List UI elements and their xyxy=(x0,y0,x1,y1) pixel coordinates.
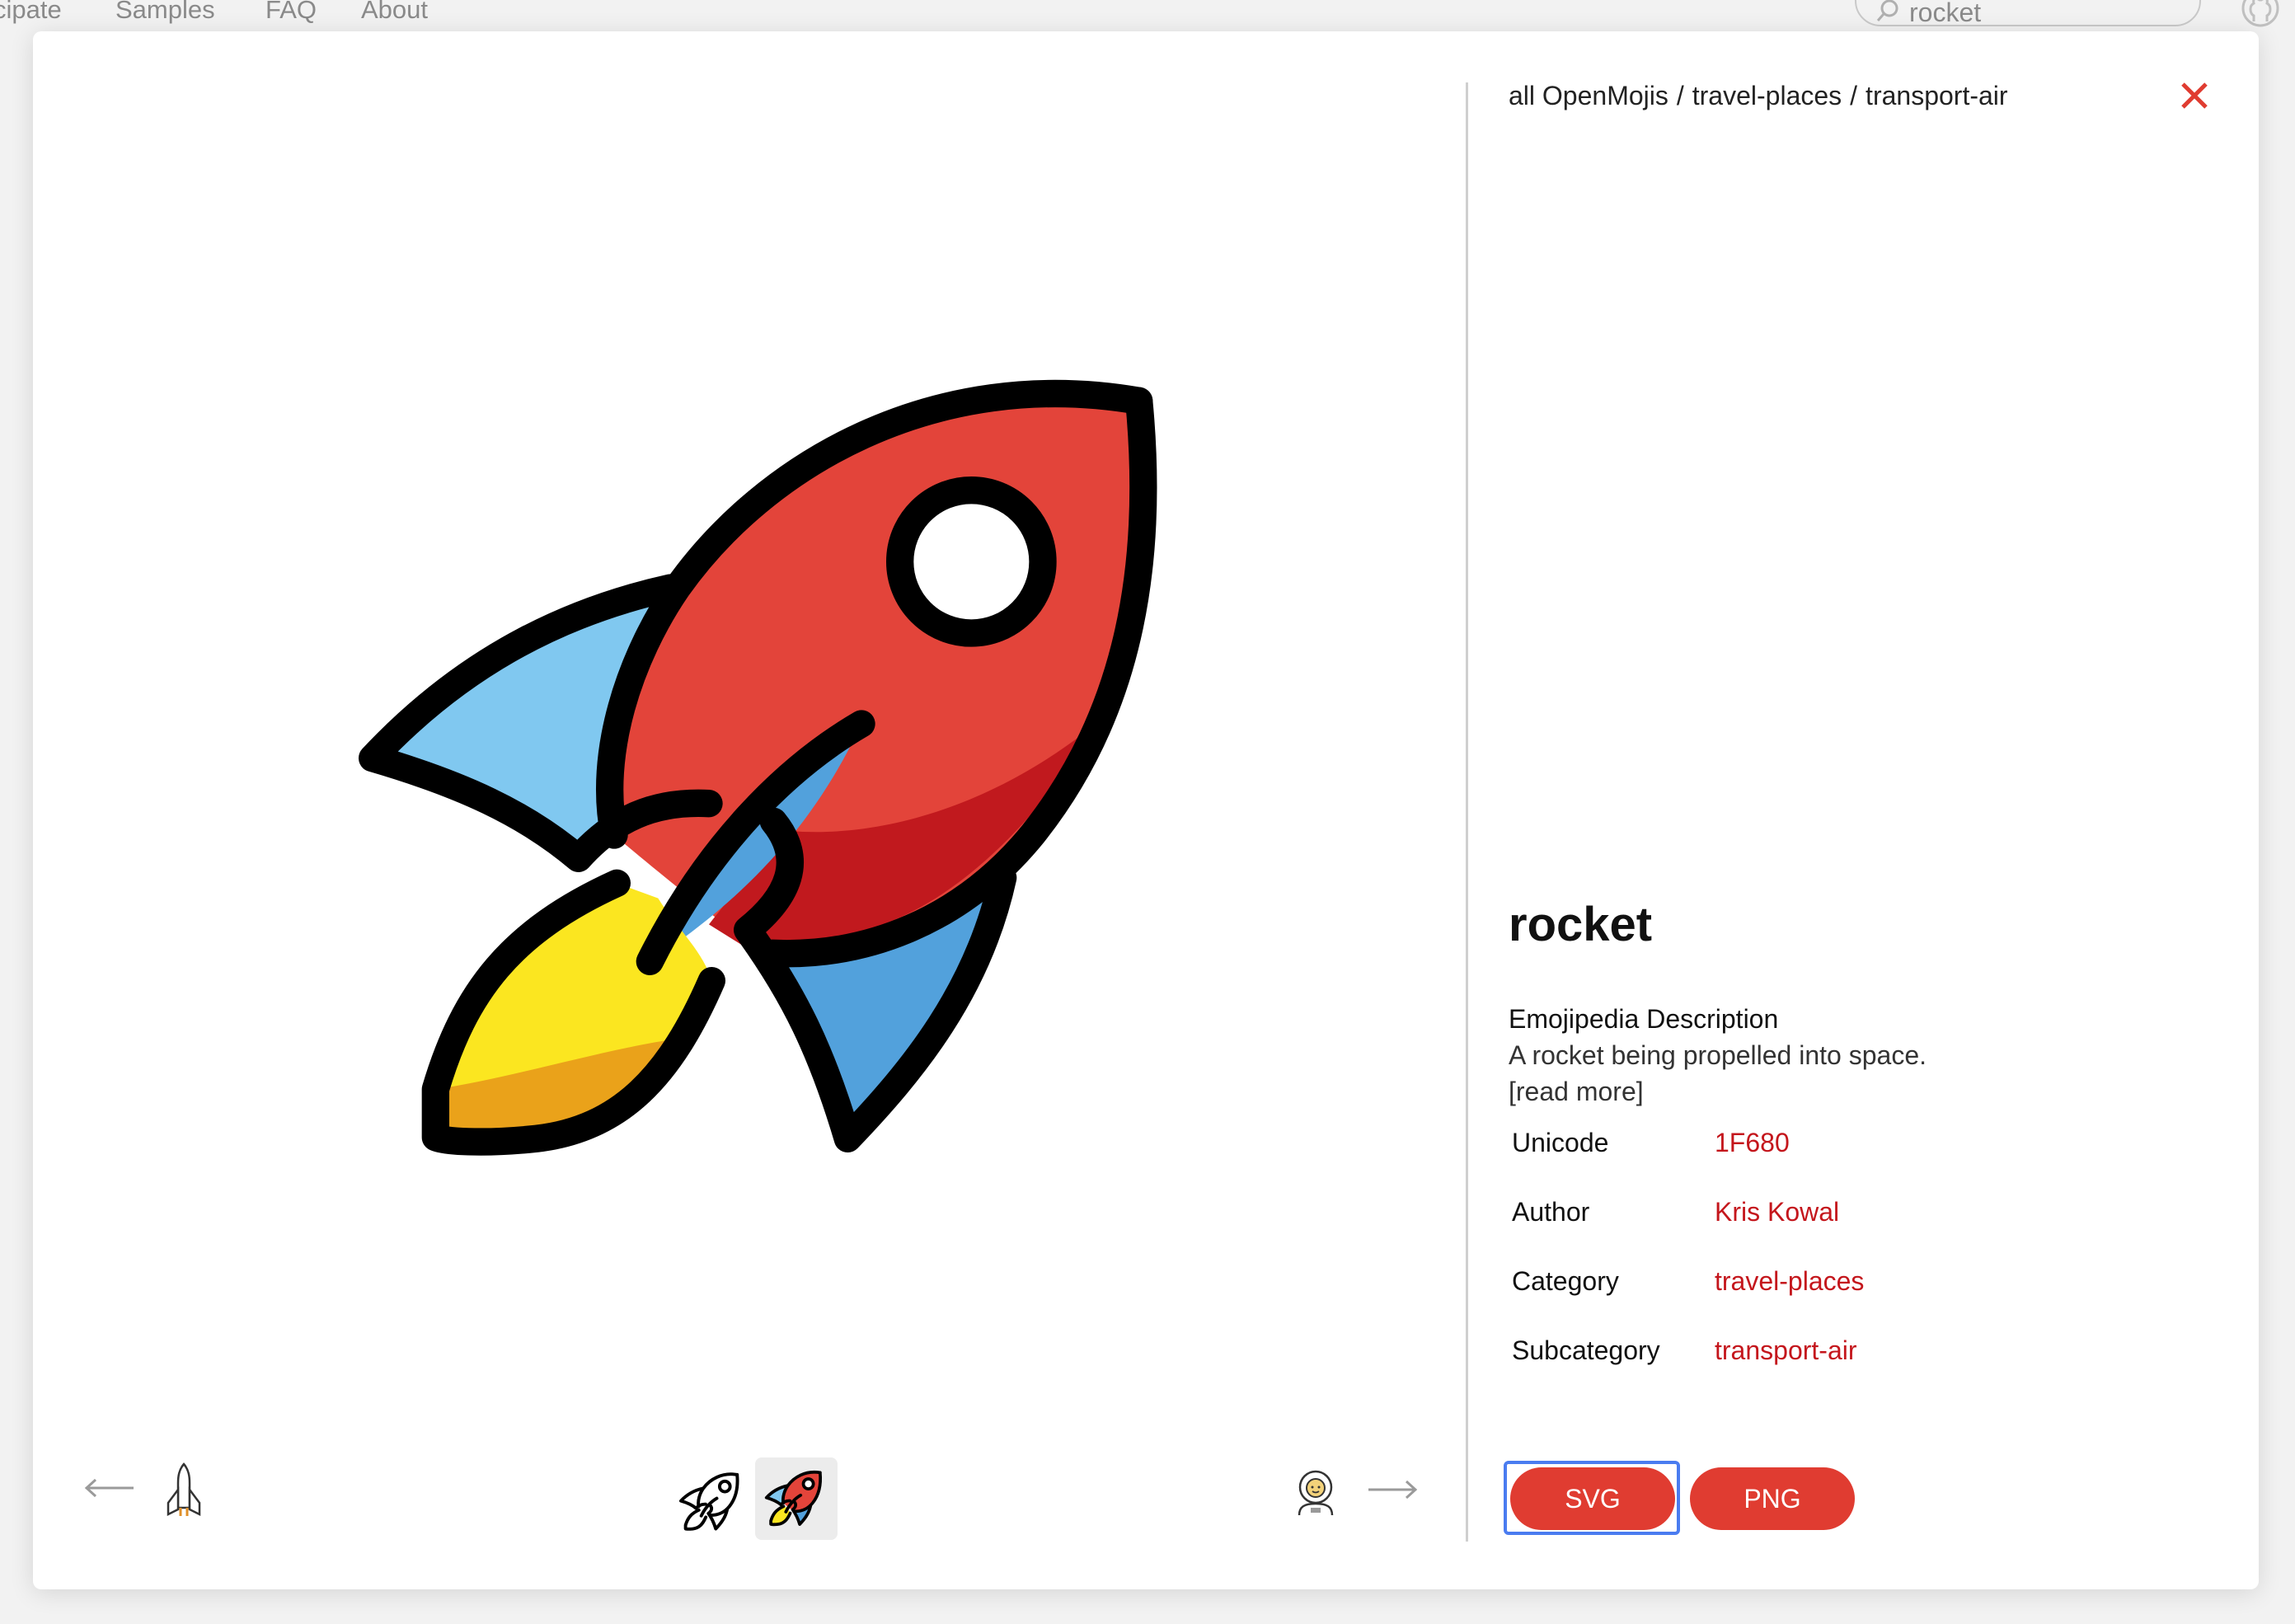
download-svg-button[interactable]: SVG xyxy=(1510,1467,1675,1530)
panel-divider xyxy=(1466,82,1468,1542)
meta-row-author: Author Kris Kowal xyxy=(1512,1197,2006,1233)
description-heading: Emojipedia Description xyxy=(1509,1004,1779,1034)
meta-value-unicode[interactable]: 1F680 xyxy=(1715,1128,1790,1158)
rocket-color-icon xyxy=(764,1470,823,1527)
breadcrumb-all[interactable]: all OpenMojis xyxy=(1509,81,1668,110)
rocket-emoji-large xyxy=(359,379,1157,1156)
breadcrumb-category[interactable]: travel-places xyxy=(1692,81,1842,110)
meta-value-author[interactable]: Kris Kowal xyxy=(1715,1197,1839,1227)
meta-row-unicode: Unicode 1F680 xyxy=(1512,1128,2006,1164)
meta-row-subcategory: Subcategory transport-air xyxy=(1512,1335,2006,1372)
close-icon[interactable] xyxy=(2176,77,2213,114)
meta-value-category[interactable]: travel-places xyxy=(1715,1266,1864,1297)
arrow-right-icon[interactable] xyxy=(1367,1480,1418,1500)
nav-item-participate[interactable]: cipate xyxy=(0,0,62,25)
site-nav: cipate Samples FAQ About xyxy=(0,0,2295,33)
space-shuttle-icon[interactable] xyxy=(163,1462,204,1519)
search-input[interactable] xyxy=(1909,0,2173,26)
breadcrumb-subcategory[interactable]: transport-air xyxy=(1866,81,2008,110)
meta-row-category: Category travel-places xyxy=(1512,1266,2006,1302)
nav-item-about[interactable]: About xyxy=(361,0,428,25)
arrow-left-icon[interactable] xyxy=(84,1478,135,1498)
download-png-button[interactable]: PNG xyxy=(1690,1467,1855,1530)
search-icon xyxy=(1876,0,1898,21)
meta-label: Author xyxy=(1512,1197,1590,1227)
emoji-detail-modal: all OpenMojis / travel-places / transport-ai… xyxy=(33,31,2259,1589)
meta-value-subcategory[interactable]: transport-air xyxy=(1715,1335,1857,1366)
search-box[interactable] xyxy=(1855,0,2201,26)
meta-label: Subcategory xyxy=(1512,1335,1660,1365)
variant-color-selected[interactable] xyxy=(755,1457,838,1540)
breadcrumb-separator: / xyxy=(1676,81,1684,110)
breadcrumb-separator: / xyxy=(1850,81,1858,110)
astronaut-icon[interactable] xyxy=(1293,1467,1339,1517)
rocket-outline-icon[interactable] xyxy=(676,1466,749,1538)
nav-item-faq[interactable]: FAQ xyxy=(265,0,317,25)
meta-label: Unicode xyxy=(1512,1128,1609,1157)
nav-item-samples[interactable]: Samples xyxy=(115,0,215,25)
read-more-link[interactable]: [read more] xyxy=(1509,1077,1644,1107)
meta-label: Category xyxy=(1512,1266,1619,1296)
description-text: A rocket being propelled into space. xyxy=(1509,1040,1927,1070)
github-icon[interactable] xyxy=(2241,0,2280,28)
emoji-title: rocket xyxy=(1509,898,1653,951)
breadcrumb: all OpenMojis / travel-places / transport-ai… xyxy=(1509,81,2008,111)
